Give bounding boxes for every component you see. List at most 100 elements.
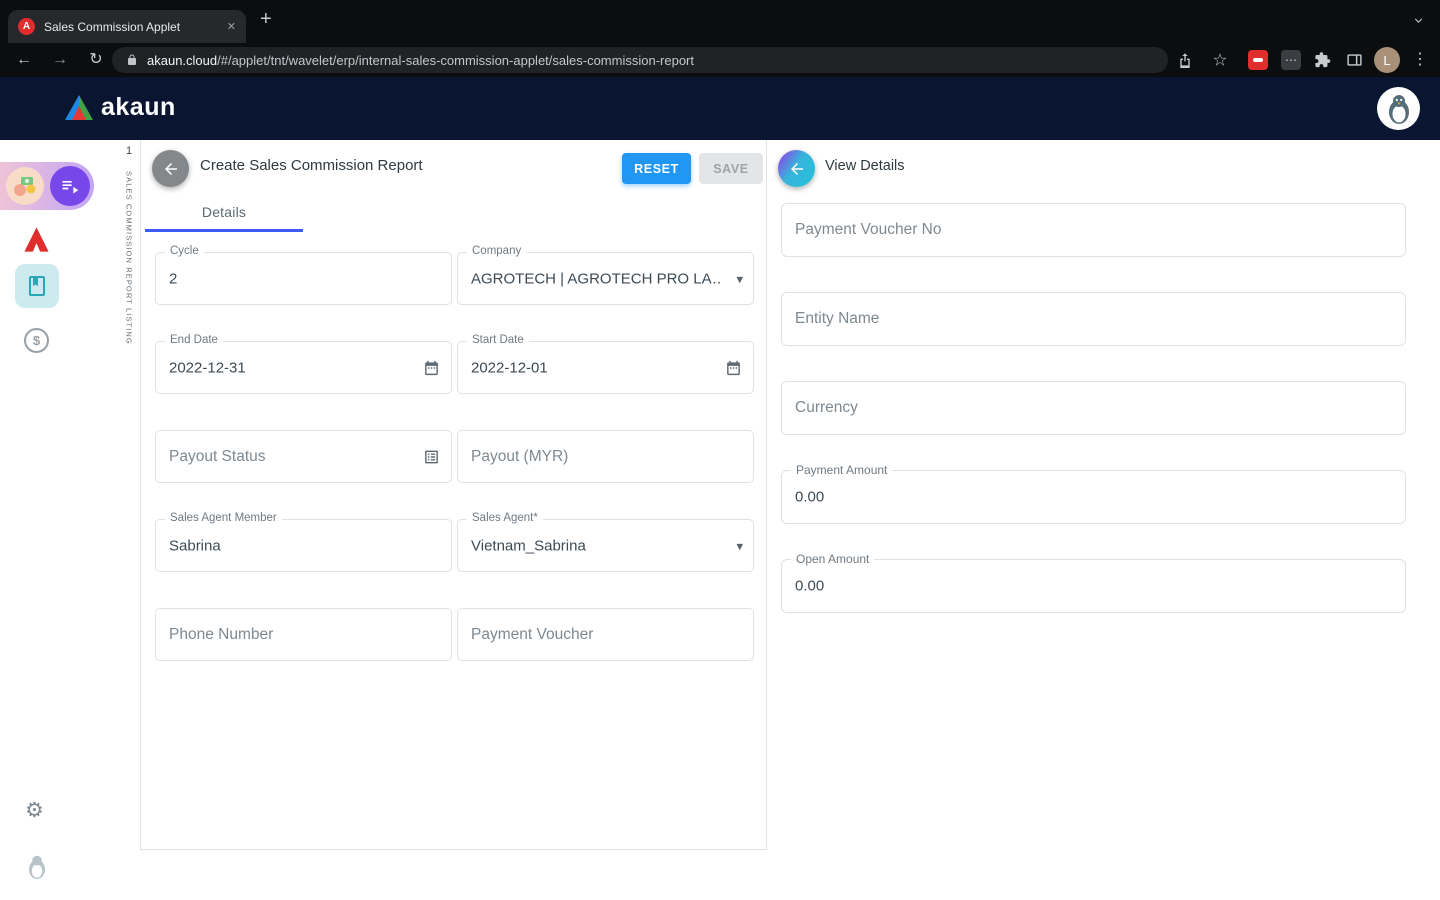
akaun-logo[interactable]: akaun bbox=[64, 93, 176, 122]
share-icon[interactable] bbox=[1177, 52, 1193, 68]
tab-indicator bbox=[145, 229, 303, 232]
dollar-icon: $ bbox=[33, 333, 40, 348]
reload-icon[interactable]: ↻ bbox=[84, 52, 108, 68]
sales-agent-dropdown-caret-icon[interactable]: ▾ bbox=[736, 539, 743, 552]
bookmark-star-icon[interactable]: ☆ bbox=[1208, 52, 1232, 69]
view-details-card: View Details Payment Voucher No Entity N… bbox=[767, 140, 1420, 850]
payment-amount-label: Payment Amount bbox=[791, 463, 892, 477]
tab-title: Sales Commission Applet bbox=[44, 20, 219, 34]
address-bar[interactable]: akaun.cloud/#/applet/tnt/wavelet/erp/int… bbox=[112, 47, 1168, 73]
browser-toolbar: ← → ↻ akaun.cloud/#/applet/tnt/wavelet/e… bbox=[0, 43, 1440, 77]
payment-amount-field[interactable]: Payment Amount 0.00 bbox=[781, 470, 1406, 524]
tab-favicon-icon: A bbox=[18, 18, 35, 35]
create-report-card: Create Sales Commission Report RESET SAV… bbox=[141, 140, 767, 850]
url-path: /#/applet/tnt/wavelet/erp/internal-sales… bbox=[217, 53, 694, 68]
red-logo-icon[interactable] bbox=[22, 225, 51, 254]
details-title: View Details bbox=[825, 158, 905, 174]
settings-gear-icon[interactable]: ⚙ bbox=[25, 800, 44, 821]
akaun-logo-icon bbox=[64, 94, 94, 121]
start-date-field[interactable]: Start Date 2022-12-01 bbox=[457, 341, 754, 394]
new-tab-button[interactable]: + bbox=[260, 8, 272, 31]
reset-button[interactable]: RESET bbox=[622, 153, 691, 184]
browser-tabstrip: A Sales Commission Applet ✕ + bbox=[0, 0, 1440, 43]
payout-status-list-icon[interactable] bbox=[423, 448, 440, 465]
cycle-label: Cycle bbox=[165, 245, 204, 257]
payment-voucher-field[interactable]: Payment Voucher bbox=[457, 608, 754, 661]
entity-name-field[interactable]: Entity Name bbox=[781, 292, 1406, 346]
sidebar-penguin-icon[interactable] bbox=[23, 853, 51, 881]
company-label: Company bbox=[467, 245, 526, 257]
payment-voucher-no-placeholder: Payment Voucher No bbox=[795, 221, 941, 239]
sales-agent-member-field[interactable]: Sales Agent Member Sabrina bbox=[155, 519, 452, 572]
header-penguin-avatar[interactable] bbox=[1377, 87, 1420, 130]
tab-search-chevron-icon[interactable] bbox=[1412, 14, 1425, 32]
listing-panel-collapsed[interactable]: 1 SALES COMMISSION REPORT LISTING bbox=[118, 140, 141, 850]
sidebar-item-report-listing[interactable] bbox=[15, 264, 59, 308]
payout-myr-field[interactable]: Payout (MYR) bbox=[457, 430, 754, 483]
currency-placeholder: Currency bbox=[795, 399, 858, 417]
dots-extension-icon[interactable]: ⋯ bbox=[1281, 50, 1301, 70]
extensions-puzzle-icon[interactable] bbox=[1314, 52, 1331, 69]
sales-agent-label: Sales Agent* bbox=[467, 512, 543, 524]
open-amount-field[interactable]: Open Amount 0.00 bbox=[781, 559, 1406, 613]
back-arrow-icon bbox=[162, 160, 180, 178]
start-date-value: 2022-12-01 bbox=[471, 359, 548, 376]
sidebar-item-active-applet[interactable] bbox=[0, 162, 94, 210]
start-date-calendar-icon[interactable] bbox=[725, 359, 742, 376]
open-amount-label: Open Amount bbox=[791, 552, 874, 566]
payout-status-field[interactable]: Payout Status bbox=[155, 430, 452, 483]
save-button[interactable]: SAVE bbox=[699, 153, 763, 184]
app-header: akaun bbox=[0, 77, 1440, 140]
red-extension-icon[interactable] bbox=[1248, 50, 1268, 70]
form-back-button[interactable] bbox=[152, 150, 189, 187]
penguin-icon bbox=[1384, 93, 1414, 125]
tab-details[interactable]: Details bbox=[145, 192, 303, 232]
phone-number-field[interactable]: Phone Number bbox=[155, 608, 452, 661]
end-date-label: End Date bbox=[165, 334, 223, 346]
payment-amount-value: 0.00 bbox=[795, 489, 824, 506]
sales-agent-value: Vietnam_Sabrina bbox=[471, 537, 586, 554]
payment-voucher-placeholder: Payment Voucher bbox=[471, 626, 593, 644]
url-text: akaun.cloud/#/applet/tnt/wavelet/erp/int… bbox=[147, 53, 694, 68]
tab-close-icon[interactable]: ✕ bbox=[227, 20, 236, 33]
form-title: Create Sales Commission Report bbox=[200, 157, 423, 174]
side-panel-icon[interactable] bbox=[1346, 52, 1363, 69]
screen: A Sales Commission Applet ✕ + ← → ↻ akau… bbox=[0, 0, 1440, 900]
company-field[interactable]: Company AGROTECH | AGROTECH PRO LA… ▾ bbox=[457, 252, 754, 305]
forward-icon[interactable]: → bbox=[48, 52, 72, 68]
browser-tab[interactable]: A Sales Commission Applet ✕ bbox=[8, 10, 246, 43]
sidebar-item-money[interactable]: $ bbox=[24, 328, 49, 353]
end-date-value: 2022-12-31 bbox=[169, 359, 246, 376]
back-arrow-icon bbox=[788, 160, 806, 178]
sales-agent-member-label: Sales Agent Member bbox=[165, 512, 282, 524]
ledger-book-icon bbox=[25, 274, 49, 298]
company-dropdown-caret-icon[interactable]: ▾ bbox=[736, 272, 743, 285]
back-icon[interactable]: ← bbox=[12, 52, 36, 68]
lock-icon bbox=[126, 54, 138, 66]
profile-avatar[interactable]: L bbox=[1374, 47, 1400, 73]
start-date-label: Start Date bbox=[467, 334, 529, 346]
end-date-field[interactable]: End Date 2022-12-31 bbox=[155, 341, 452, 394]
listing-count: 1 bbox=[118, 145, 140, 157]
currency-field[interactable]: Currency bbox=[781, 381, 1406, 435]
url-domain: akaun.cloud bbox=[147, 53, 217, 68]
entity-name-placeholder: Entity Name bbox=[795, 310, 879, 328]
end-date-calendar-icon[interactable] bbox=[423, 359, 440, 376]
cycle-value: 2 bbox=[169, 270, 177, 287]
applet-art-icon bbox=[6, 167, 44, 205]
company-value: AGROTECH | AGROTECH PRO LA… bbox=[471, 270, 723, 287]
sales-agent-member-value: Sabrina bbox=[169, 537, 221, 554]
listing-vertical-label: SALES COMMISSION REPORT LISTING bbox=[125, 171, 134, 345]
browser-menu-kebab-icon[interactable]: ⋮ bbox=[1408, 52, 1432, 68]
payment-voucher-no-field[interactable]: Payment Voucher No bbox=[781, 203, 1406, 257]
tab-details-label: Details bbox=[202, 204, 246, 220]
open-amount-value: 0.00 bbox=[795, 578, 824, 595]
playlist-menu-icon[interactable] bbox=[50, 166, 90, 206]
details-back-button[interactable] bbox=[778, 150, 815, 187]
phone-number-placeholder: Phone Number bbox=[169, 626, 273, 644]
sales-agent-field[interactable]: Sales Agent* Vietnam_Sabrina ▾ bbox=[457, 519, 754, 572]
payout-status-placeholder: Payout Status bbox=[169, 448, 266, 466]
cycle-field[interactable]: Cycle 2 bbox=[155, 252, 452, 305]
payout-myr-placeholder: Payout (MYR) bbox=[471, 448, 568, 466]
logo-text: akaun bbox=[101, 93, 176, 122]
